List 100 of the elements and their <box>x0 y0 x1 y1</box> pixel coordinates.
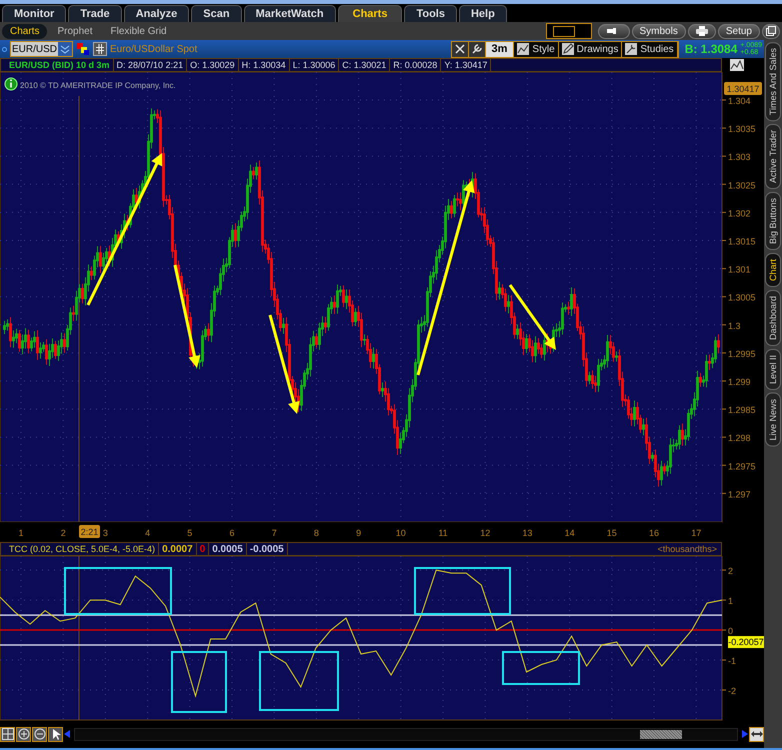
price-axis-label: 1.3025 <box>728 180 756 190</box>
chart-tool-button[interactable]: Studies <box>622 42 678 56</box>
color-squares-icon[interactable] <box>76 42 90 56</box>
side-tab[interactable]: Level II <box>765 349 781 390</box>
chart-tool-button[interactable]: Drawings <box>558 42 622 56</box>
side-tab[interactable]: Big Buttons <box>765 192 781 250</box>
cursor-time-tag: 2:21 <box>79 525 100 538</box>
setup-button[interactable]: Setup <box>718 24 760 38</box>
time-axis-label: 10 <box>396 528 406 538</box>
hash-icon <box>96 44 104 54</box>
side-tab[interactable]: Live News <box>765 393 781 447</box>
current-price-tag: 1.30417 <box>724 82 762 95</box>
grid-button[interactable] <box>0 726 15 742</box>
scrollbar-thumb[interactable] <box>640 730 682 738</box>
fit-button[interactable] <box>749 726 764 742</box>
price-axis-label: 1.3035 <box>728 124 756 134</box>
price-axis-label: 1.303 <box>728 152 751 162</box>
main-tab[interactable]: Scan <box>191 5 242 22</box>
time-axis-label: 4 <box>145 528 150 538</box>
sub-tab[interactable]: Prophet <box>49 24 100 38</box>
side-tab[interactable]: Times And Sales <box>765 42 781 122</box>
study-axis-label: 2 <box>728 566 734 576</box>
ohlc-field: D: 28/07/10 2:21 <box>114 59 188 71</box>
ohlc-field: H: 1.30034 <box>238 59 290 71</box>
time-axis-label: 5 <box>187 528 192 538</box>
time-axis-label: 6 <box>230 528 234 538</box>
ohlc-field: O: 1.30029 <box>187 59 239 71</box>
pointer-button[interactable] <box>48 726 63 742</box>
interval-button[interactable]: 3m <box>486 42 514 56</box>
time-axis-label: 8 <box>314 528 319 538</box>
time-axis-label: 15 <box>606 528 617 538</box>
copyright-text: 2010 © TD AMERITRADE IP Company, Inc. <box>20 81 176 90</box>
main-tab[interactable]: Charts <box>338 5 402 22</box>
price-axis-label: 1.3015 <box>728 236 756 246</box>
price-axis-label: 1.3 <box>728 320 741 331</box>
side-tab[interactable]: Chart <box>765 253 781 288</box>
print-button[interactable] <box>688 24 716 38</box>
scrollbar-track[interactable] <box>74 728 738 740</box>
symbol-field[interactable]: EUR/USD <box>10 41 73 57</box>
study-axis-label: 1 <box>728 596 734 606</box>
zoom-out-icon <box>34 728 46 740</box>
main-tab[interactable]: Help <box>458 5 507 22</box>
ohlc-field: R: 0.00028 <box>390 59 442 71</box>
dot-icon <box>2 46 7 52</box>
current-value-tag: -0.20057 <box>728 636 764 648</box>
price-axis-label: 1.2995 <box>728 348 756 359</box>
main-tab[interactable]: Tools <box>404 5 457 22</box>
highlight-box <box>171 651 227 713</box>
zoom-in-button[interactable] <box>16 726 31 742</box>
units-label: <thousandths> <box>657 543 718 555</box>
settings-button[interactable] <box>468 42 486 56</box>
time-axis-label: 14 <box>564 528 575 538</box>
time-axis-label: 3 <box>102 528 108 538</box>
study-axis-label: 0 <box>728 626 734 636</box>
side-tab[interactable]: Active Trader <box>765 124 781 190</box>
time-axis-label: 12 <box>480 528 490 538</box>
main-tab[interactable]: Trade <box>68 5 122 22</box>
sub-tab[interactable]: Flexible Grid <box>102 24 175 38</box>
study-value: 0 <box>196 543 210 555</box>
price-axis-label: 1.304 <box>728 96 751 106</box>
price-axis-label: 1.297 <box>728 489 751 500</box>
grid-icon <box>2 728 14 740</box>
main-tab[interactable]: MarketWatch <box>244 5 336 22</box>
time-axis-label: 2 <box>60 528 66 538</box>
ohlc-field: Y: 1.30417 <box>441 59 492 71</box>
dropdown-icon <box>58 42 72 56</box>
line-style-icon <box>517 43 530 55</box>
price-axis-label: 1.2975 <box>728 461 756 472</box>
time-axis-label: 11 <box>438 528 448 538</box>
zoom-out-button[interactable] <box>32 726 47 742</box>
sub-tab[interactable]: Charts <box>2 24 48 38</box>
ohlc-field: C: 1.30021 <box>339 59 390 71</box>
time-axis-label: 17 <box>691 528 702 538</box>
hash-button[interactable] <box>93 42 107 56</box>
time-axis-label: 7 <box>272 528 277 538</box>
price-axis-label: 1.301 <box>728 264 751 275</box>
symbol-description: Euro/USDollar Spot <box>110 44 198 54</box>
study-value: 0.0007 <box>159 543 197 555</box>
main-tab[interactable]: Analyze <box>124 5 190 22</box>
price-axis-label: 1.3005 <box>728 292 756 303</box>
chart-icon[interactable] <box>730 59 744 71</box>
symbols-button[interactable]: Symbols <box>632 24 686 38</box>
pencil-icon <box>562 43 574 55</box>
chart-tool-button[interactable]: Style <box>514 42 559 56</box>
zoom-in-icon <box>18 728 30 740</box>
time-axis-label: 1 <box>18 528 24 538</box>
price-axis-label: 1.302 <box>728 208 751 218</box>
window-button[interactable] <box>762 24 780 38</box>
study-value: -0.0005 <box>246 543 288 555</box>
wrench-button[interactable] <box>598 24 630 38</box>
ohlc-field: L: 1.30006 <box>290 59 340 71</box>
price-axis-label: 1.2985 <box>728 405 756 416</box>
side-tab[interactable]: Dashboard <box>765 290 781 346</box>
main-tab[interactable]: Monitor <box>2 5 66 22</box>
study-title: TCC (0.02, CLOSE, 5.0E-4, -5.0E-4) <box>1 543 160 555</box>
crosshair-button[interactable] <box>452 42 468 56</box>
time-axis-label: 9 <box>356 528 362 538</box>
price-axis-label: 1.298 <box>728 433 751 444</box>
time-axis-label: 16 <box>649 528 659 538</box>
time-axis-label: 13 <box>522 528 532 538</box>
